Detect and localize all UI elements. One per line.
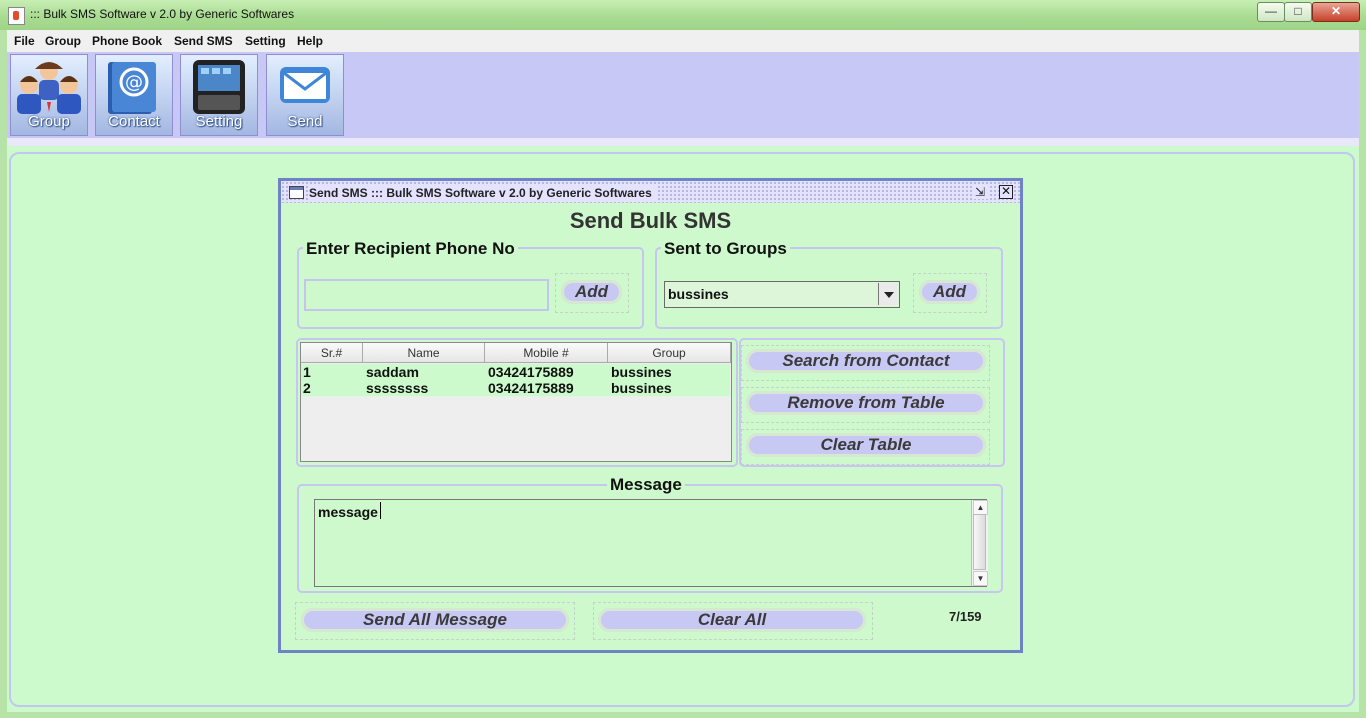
toolbar-separator bbox=[7, 138, 1359, 146]
toolbar-send-button[interactable]: Send bbox=[266, 54, 344, 136]
scrollbar-thumb[interactable] bbox=[973, 514, 986, 570]
character-counter: 7/159 bbox=[949, 609, 982, 624]
table-cell-name: saddam bbox=[366, 364, 419, 380]
minimize-button[interactable]: — bbox=[1257, 2, 1285, 22]
table-cell-sr: 1 bbox=[303, 364, 311, 380]
window-title-bar[interactable]: ::: Bulk SMS Software v 2.0 by Generic S… bbox=[0, 0, 1366, 30]
group-select-value: bussines bbox=[668, 286, 729, 302]
table-cell-sr: 2 bbox=[303, 380, 311, 396]
phone-icon bbox=[193, 60, 245, 114]
toolbar-send-label: Send bbox=[287, 113, 323, 130]
table-cell-name: ssssssss bbox=[366, 380, 429, 396]
table-header-group[interactable]: Group bbox=[608, 343, 731, 363]
table-cell-group: bussines bbox=[611, 364, 672, 380]
frame-window-icon bbox=[289, 186, 304, 199]
svg-text:@: @ bbox=[125, 72, 143, 93]
table-header-sr[interactable]: Sr.# bbox=[301, 343, 363, 363]
group-select[interactable]: bussines bbox=[664, 281, 900, 308]
table-row[interactable]: 1 saddam 03424175889 bussines bbox=[301, 364, 730, 381]
menu-phone-book[interactable]: Phone Book bbox=[92, 34, 162, 48]
recipients-table[interactable]: Sr.# Name Mobile # Group 1 saddam 034241… bbox=[300, 342, 732, 462]
menu-bar: File Group Phone Book Send SMS Setting H… bbox=[7, 30, 1359, 53]
send-sms-frame-title: Send SMS ::: Bulk SMS Software v 2.0 by … bbox=[309, 186, 658, 200]
text-caret bbox=[380, 502, 381, 519]
java-app-icon bbox=[8, 7, 25, 25]
group-add-button[interactable]: Add bbox=[919, 280, 980, 304]
message-textarea[interactable]: message ▲ ▼ bbox=[314, 499, 988, 587]
frame-close-button[interactable]: ✕ bbox=[999, 185, 1013, 199]
table-cell-group: bussines bbox=[611, 380, 672, 396]
remove-from-table-button[interactable]: Remove from Table bbox=[746, 391, 986, 415]
send-sms-frame-title-bar[interactable]: Send SMS ::: Bulk SMS Software v 2.0 by … bbox=[281, 181, 1020, 203]
recipient-group-title: Enter Recipient Phone No bbox=[303, 239, 518, 259]
chevron-down-icon[interactable] bbox=[878, 283, 898, 305]
send-sms-frame: Send SMS ::: Bulk SMS Software v 2.0 by … bbox=[278, 178, 1023, 653]
send-all-message-button[interactable]: Send All Message bbox=[301, 608, 569, 632]
table-header-name[interactable]: Name bbox=[363, 343, 485, 363]
table-row[interactable]: 2 ssssssss 03424175889 bussines bbox=[301, 380, 730, 397]
menu-help[interactable]: Help bbox=[297, 34, 323, 48]
scroll-down-icon[interactable]: ▼ bbox=[973, 571, 988, 586]
toolbar-setting-button[interactable]: Setting bbox=[180, 54, 258, 136]
groups-group-title: Sent to Groups bbox=[661, 239, 790, 259]
address-book-icon: @ bbox=[108, 62, 156, 114]
menu-file[interactable]: File bbox=[14, 34, 35, 48]
maximize-button[interactable]: □ bbox=[1284, 2, 1312, 22]
toolbar-contact-button[interactable]: @ Contact bbox=[95, 54, 173, 136]
table-header-mobile[interactable]: Mobile # bbox=[485, 343, 608, 363]
close-button[interactable]: ✕ bbox=[1312, 2, 1360, 22]
message-scrollbar[interactable]: ▲ ▼ bbox=[971, 500, 988, 586]
menu-send-sms[interactable]: Send SMS bbox=[174, 34, 233, 48]
send-sms-content: Send Bulk SMS Enter Recipient Phone No A… bbox=[281, 203, 1020, 650]
frame-restore-button[interactable]: ⇲ bbox=[972, 185, 988, 199]
clear-all-button[interactable]: Clear All bbox=[598, 608, 866, 632]
users-icon bbox=[17, 62, 81, 114]
toolbar-contact-label: Contact bbox=[108, 113, 160, 130]
table-cell-mobile: 03424175889 bbox=[488, 380, 574, 396]
menu-setting[interactable]: Setting bbox=[245, 34, 286, 48]
page-title: Send Bulk SMS bbox=[569, 208, 732, 233]
toolbar: Group @ Contact Setting Send bbox=[7, 52, 1359, 138]
toolbar-setting-label: Setting bbox=[195, 113, 243, 130]
recipient-phone-input[interactable] bbox=[304, 279, 549, 311]
recipient-add-button[interactable]: Add bbox=[561, 280, 622, 304]
table-cell-mobile: 03424175889 bbox=[488, 364, 574, 380]
message-group-title: Message bbox=[607, 475, 685, 495]
message-text: message bbox=[318, 504, 378, 520]
search-from-contact-button[interactable]: Search from Contact bbox=[746, 349, 986, 373]
envelope-icon bbox=[280, 67, 330, 103]
toolbar-group-button[interactable]: Group bbox=[10, 54, 88, 136]
window-title: ::: Bulk SMS Software v 2.0 by Generic S… bbox=[30, 7, 295, 21]
menu-group[interactable]: Group bbox=[45, 34, 81, 48]
clear-table-button[interactable]: Clear Table bbox=[746, 433, 986, 457]
toolbar-group-label: Group bbox=[28, 113, 70, 130]
scroll-up-icon[interactable]: ▲ bbox=[973, 500, 988, 515]
